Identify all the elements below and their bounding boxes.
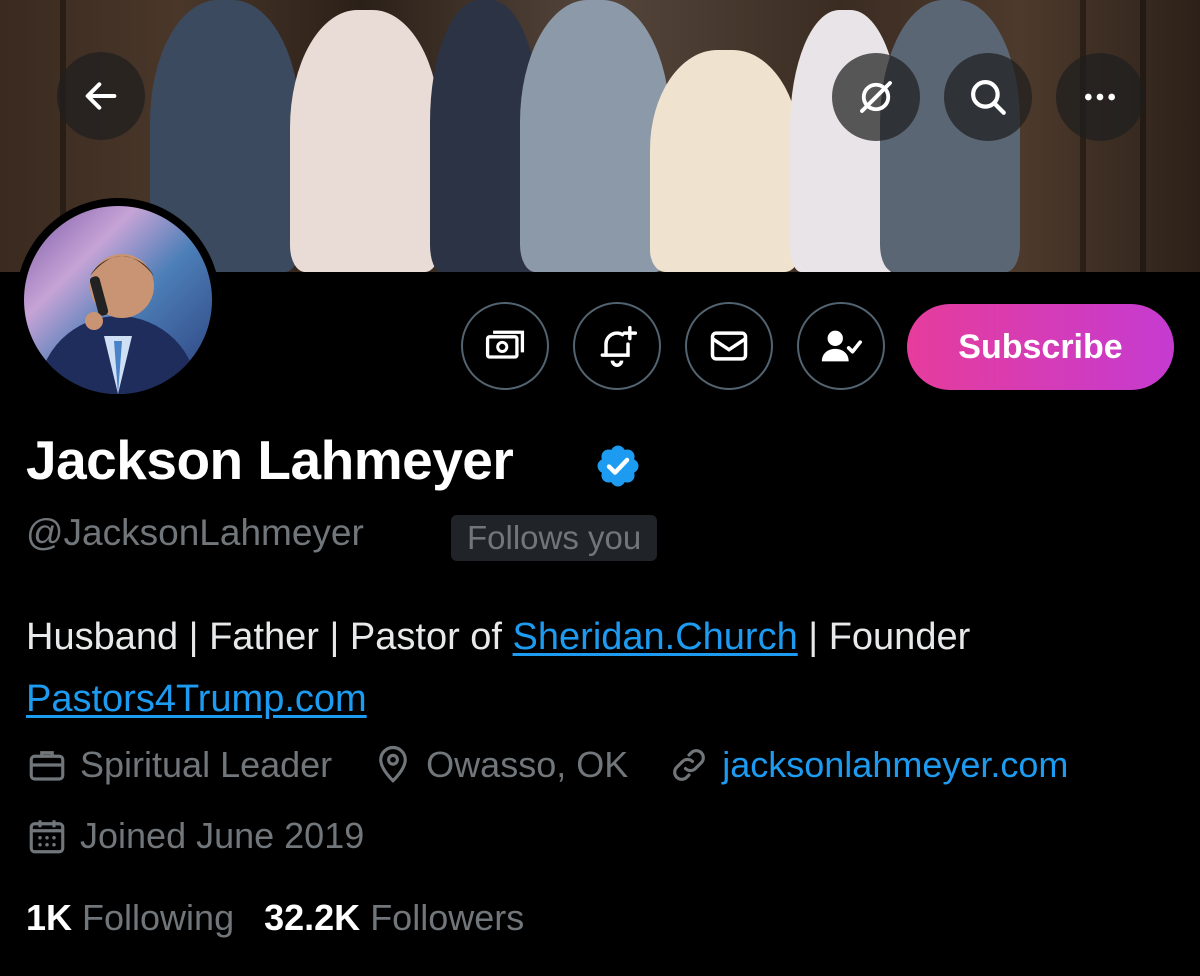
joined-label: Joined June 2019 bbox=[80, 815, 365, 856]
bio-text: Husband | Father | Pastor of bbox=[26, 616, 513, 658]
following-label[interactable]: Following bbox=[82, 897, 234, 939]
person-check-icon bbox=[821, 330, 862, 362]
back-button[interactable] bbox=[57, 52, 145, 140]
bio-link-sheridan[interactable]: Sheridan.Church bbox=[513, 616, 798, 658]
subscribe-button[interactable]: Subscribe bbox=[907, 304, 1174, 390]
joined-item: Joined June 2019 bbox=[26, 815, 364, 857]
profile-meta: Spiritual Leader Owasso, OK jacksonlahme… bbox=[26, 744, 1108, 786]
avatar-image bbox=[24, 206, 212, 394]
avatar[interactable] bbox=[16, 198, 220, 402]
location-label: Owasso, OK bbox=[426, 744, 629, 785]
following-count[interactable]: 1K bbox=[26, 897, 72, 939]
bio-text: | Founder bbox=[797, 616, 971, 658]
arrow-left-icon bbox=[85, 82, 117, 110]
tip-button[interactable] bbox=[461, 302, 549, 390]
more-icon bbox=[1085, 93, 1115, 101]
location-pin-icon bbox=[379, 745, 407, 783]
user-handle: @JacksonLahmeyer bbox=[26, 512, 364, 553]
verified-badge-icon[interactable] bbox=[594, 442, 642, 490]
envelope-icon bbox=[710, 331, 748, 361]
website-item[interactable]: jacksonlahmeyer.com bbox=[668, 744, 1068, 786]
calendar-icon bbox=[29, 820, 65, 854]
followers-label[interactable]: Followers bbox=[370, 897, 524, 939]
link-icon bbox=[673, 749, 706, 781]
joined-row: Joined June 2019 bbox=[26, 815, 404, 857]
briefcase-icon bbox=[29, 751, 65, 781]
category-item: Spiritual Leader bbox=[26, 744, 332, 786]
bell-plus-icon bbox=[600, 325, 638, 367]
display-name: Jackson Lahmeyer bbox=[26, 429, 514, 491]
location-item: Owasso, OK bbox=[372, 744, 628, 786]
grok-icon bbox=[860, 81, 892, 113]
search-button[interactable] bbox=[944, 53, 1032, 141]
more-button[interactable] bbox=[1056, 53, 1144, 141]
notifications-button[interactable] bbox=[573, 302, 661, 390]
followers-count[interactable]: 32.2K bbox=[264, 897, 360, 939]
message-button[interactable] bbox=[685, 302, 773, 390]
follows-you-badge: Follows you bbox=[451, 515, 658, 561]
grok-button[interactable] bbox=[832, 53, 920, 141]
money-icon bbox=[485, 330, 525, 359]
follow-stats: 1K Following 32.2K Followers bbox=[26, 897, 554, 939]
bio-link-pastors4trump[interactable]: Pastors4Trump.com bbox=[26, 678, 367, 720]
profile-bio: Husband | Father | Pastor of Sheridan.Ch… bbox=[26, 606, 1176, 730]
website-link[interactable]: jacksonlahmeyer.com bbox=[722, 744, 1068, 786]
search-icon bbox=[971, 80, 1006, 115]
category-label: Spiritual Leader bbox=[80, 744, 333, 785]
following-button[interactable] bbox=[797, 302, 885, 390]
